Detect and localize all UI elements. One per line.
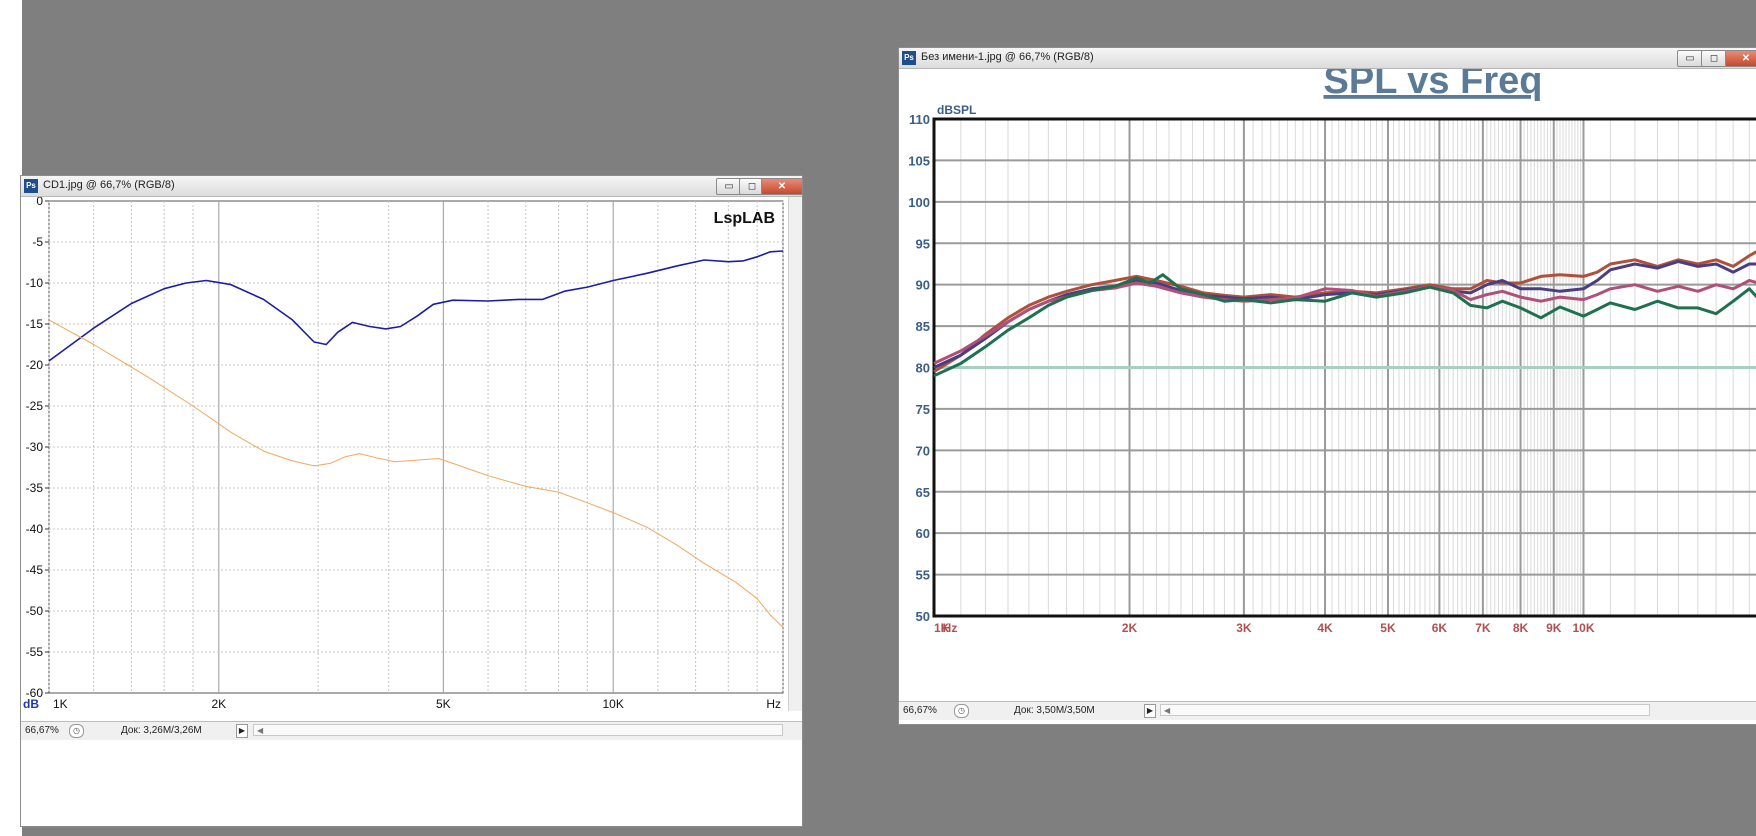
ps-icon: Ps [24,179,38,193]
clock-icon[interactable]: ◷ [69,724,84,738]
x-tick-label: 10K [1572,621,1594,635]
y-tick-label: 100 [908,195,930,210]
y-tick-label: 110 [909,112,930,127]
y-tick-label: 50 [916,609,930,624]
title-bar[interactable]: Ps Без имени-1.jpg @ 66,7% (RGB/8) ▭ ◻ ✕ [899,48,1756,69]
zoom-level[interactable]: 66,67% [25,725,59,736]
window-title: Без имени-1.jpg @ 66,7% (RGB/8) [921,51,1094,63]
spl-frequency-chart: SPL vs Freq dBSPL 110 105 100 95 90 85 80 75 70 65 6… [908,69,1756,635]
y-tick-label: 0 [36,197,43,208]
y-tick-label: 75 [916,402,930,417]
y-tick-label: 80 [916,361,930,376]
x-tick-label: 2K [211,697,226,711]
y-tick-label: -45 [26,563,44,577]
window-title: CD1.jpg @ 66,7% (RGB/8) [43,179,175,191]
document-size: Док: 3,50M/3,50M [1014,705,1095,716]
lsplab-frequency-chart: 0-5-10-15-20-25-30-35-40-45-50-55-601K 2K… [23,197,784,711]
y-tick-label: 95 [916,236,930,251]
y-unit-label: dB [23,697,39,711]
x-tick-label: Hz [943,621,958,635]
clock-icon[interactable]: ◷ [954,704,969,718]
x-tick-label: 4K [1317,621,1333,635]
maximize-button[interactable]: ◻ [1701,50,1727,67]
x-tick-label: 8K [1513,621,1529,635]
arrow-right-icon[interactable]: ▶ [1144,704,1156,718]
y-tick-label: 90 [916,278,930,293]
x-unit-label: Hz [766,697,781,711]
document-window-untitled[interactable]: Ps Без имени-1.jpg @ 66,7% (RGB/8) ▭ ◻ ✕… [898,47,1756,725]
title-bar[interactable]: Ps CD1.jpg @ 66,7% (RGB/8) ▭ ◻ ✕ [21,176,802,197]
status-bar: 66,67% ◷ Док: 3,26M/3,26M ▶ ◀ [21,721,802,740]
status-bar: 66,67% ◷ Док: 3,50M/3,50M ▶ ◀ [899,701,1756,720]
y-tick-label: -30 [26,440,44,454]
close-button[interactable]: ✕ [1725,50,1756,67]
close-button[interactable]: ✕ [761,178,802,195]
y-tick-label: -10 [26,276,44,290]
y-axis-label: dBSPL [937,103,976,117]
y-tick-label: 65 [916,485,930,500]
y-tick-label: -50 [26,604,44,618]
x-tick-label: 6K [1432,621,1448,635]
left-panel-strip [0,0,22,836]
scroll-left-icon[interactable]: ◀ [257,726,263,735]
y-tick-label: -40 [26,522,44,536]
x-tick-label: 5K [436,697,451,711]
horizontal-scrollbar[interactable]: ◀ [253,724,783,736]
y-tick-label: 60 [916,526,930,541]
document-window-cd1[interactable]: Ps CD1.jpg @ 66,7% (RGB/8) ▭ ◻ ✕ 0 -5 -10 -… [20,175,803,827]
ps-icon: Ps [902,51,916,65]
y-tick-label: -20 [26,358,44,372]
x-tick-label: 1K [53,697,68,711]
x-tick-label: 5K [1380,621,1396,635]
logo-text: LspLAB [714,210,775,227]
zoom-level[interactable]: 66,67% [903,705,937,716]
x-tick-label: 10K [602,697,623,711]
y-tick-label: -35 [26,481,44,495]
y-tick-label: 105 [908,153,930,168]
y-tick-label: -5 [32,235,43,249]
minimize-button[interactable]: ▭ [1677,50,1703,67]
x-tick-label: 9K [1546,621,1562,635]
y-tick-label: 55 [916,568,930,583]
x-tick-label: 2K [1122,621,1138,635]
y-tick-label: -55 [26,645,44,659]
y-tick-label: -25 [26,399,44,413]
horizontal-scrollbar[interactable]: ◀ [1160,704,1650,716]
document-size: Док: 3,26M/3,26M [121,725,202,736]
y-tick-label: 85 [916,319,930,334]
plot-area [48,200,784,694]
x-tick-label: 3K [1236,621,1252,635]
y-tick-label: -15 [26,317,44,331]
x-tick-label: 7K [1475,621,1491,635]
vertical-scrollbar[interactable] [788,197,802,711]
chart-title: SPL vs Freq [1324,69,1543,102]
arrow-right-icon[interactable]: ▶ [236,724,248,738]
y-tick-label: 70 [916,443,930,458]
scroll-left-icon[interactable]: ◀ [1164,706,1170,715]
